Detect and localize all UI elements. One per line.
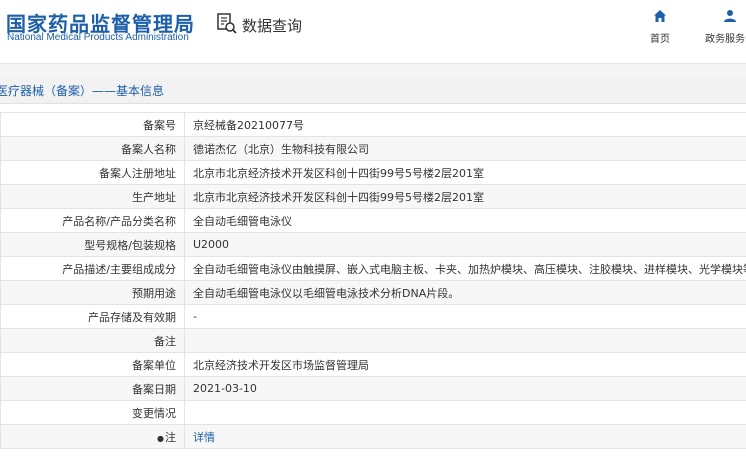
- site-logo-en[interactable]: National Medical Products Administration: [7, 32, 189, 43]
- site-header: 国家药品监督管理局 National Medical Products Admi…: [0, 0, 746, 64]
- field-label: 生产地址: [0, 184, 185, 209]
- device-info-table: 备案号 京经械备20210077号 备案人名称 德诺杰亿（北京）生物科技有限公司 备案人…: [0, 112, 746, 449]
- table-row: 备案日期 2021-03-10: [0, 376, 746, 401]
- field-label-text: 注: [165, 430, 176, 444]
- nav-home-label: 首页: [650, 34, 670, 45]
- field-value-text: U2000: [193, 238, 230, 251]
- field-value: 北京市北京经济技术开发区科创十四街99号5号楼2层201室: [184, 184, 746, 209]
- field-label-text: 备案人名称: [121, 142, 176, 156]
- table-row: 备注: [0, 328, 746, 353]
- field-value-text: 北京经济技术开发区市场监督管理局: [193, 358, 369, 372]
- table-row: 预期用途 全自动毛细管电泳仪以毛细管电泳技术分析DNA片段。: [0, 280, 746, 305]
- field-value: 全自动毛细管电泳仪以毛细管电泳技术分析DNA片段。: [184, 280, 746, 305]
- details-link[interactable]: 详情: [193, 431, 215, 444]
- home-icon: [654, 10, 666, 22]
- field-value-text: 2021-03-10: [193, 382, 257, 395]
- field-value: 京经械备20210077号: [184, 112, 746, 137]
- table-row: 产品名称/产品分类名称 全自动毛细管电泳仪: [0, 208, 746, 233]
- field-label: 备案人注册地址: [0, 160, 185, 185]
- field-value: 北京市北京经济技术开发区科创十四街99号5号楼2层201室: [184, 160, 746, 185]
- nav-government-services[interactable]: 政务服务门: [700, 8, 746, 45]
- field-label: 产品存储及有效期: [0, 304, 185, 329]
- bullet-icon: ●: [157, 433, 164, 443]
- table-row: 备案单位 北京经济技术开发区市场监督管理局: [0, 352, 746, 377]
- field-value: 全自动毛细管电泳仪: [184, 208, 746, 233]
- data-query-title: 数据查询: [216, 12, 302, 38]
- field-label-text: 生产地址: [132, 190, 176, 204]
- field-label: 预期用途: [0, 280, 185, 305]
- table-row: 备案人名称 德诺杰亿（北京）生物科技有限公司: [0, 136, 746, 161]
- field-value-text: -: [193, 310, 197, 323]
- field-value: [184, 328, 746, 353]
- field-label: 型号规格/包装规格: [0, 232, 185, 257]
- field-label: 备案号: [0, 112, 185, 137]
- field-label-text: 产品描述/主要组成成分: [62, 262, 176, 276]
- field-label: ●注: [0, 424, 185, 449]
- field-value: 全自动毛细管电泳仪由触摸屏、嵌入式电脑主板、卡夹、加热炉模块、高压模块、注胶模块…: [184, 256, 746, 281]
- field-label: 备案人名称: [0, 136, 185, 161]
- field-value-text: 全自动毛细管电泳仪由触摸屏、嵌入式电脑主板、卡夹、加热炉模块、高压模块、注胶模块…: [193, 262, 746, 276]
- section-title: 医疗器械（备案）——基本信息: [0, 84, 165, 98]
- field-label: 产品描述/主要组成成分: [0, 256, 185, 281]
- table-row: 备案人注册地址 北京市北京经济技术开发区科创十四街99号5号楼2层201室: [0, 160, 746, 185]
- section-title-bar: 医疗器械（备案）——基本信息: [0, 76, 746, 104]
- table-row: 型号规格/包装规格 U2000: [0, 232, 746, 257]
- data-query-icon: [216, 12, 238, 38]
- field-label-text: 产品名称/产品分类名称: [62, 214, 176, 228]
- field-label-text: 备案单位: [132, 358, 176, 372]
- table-row: 变更情况: [0, 400, 746, 425]
- field-value-text: 北京市北京经济技术开发区科创十四街99号5号楼2层201室: [193, 190, 484, 204]
- field-value-text: 全自动毛细管电泳仪: [193, 214, 292, 228]
- field-value-text: 全自动毛细管电泳仪以毛细管电泳技术分析DNA片段。: [193, 286, 460, 300]
- field-label: 备案日期: [0, 376, 185, 401]
- table-row: 产品存储及有效期 -: [0, 304, 746, 329]
- field-value: 德诺杰亿（北京）生物科技有限公司: [184, 136, 746, 161]
- table-row: 产品描述/主要组成成分 全自动毛细管电泳仪由触摸屏、嵌入式电脑主板、卡夹、加热炉模…: [0, 256, 746, 281]
- field-label: 备案单位: [0, 352, 185, 377]
- field-label-text: 备案号: [143, 118, 176, 132]
- field-label: 备注: [0, 328, 185, 353]
- field-value: 详情: [184, 424, 746, 449]
- field-value-text: 北京市北京经济技术开发区科创十四街99号5号楼2层201室: [193, 166, 484, 180]
- nav-government-services-label: 政务服务门: [705, 34, 746, 45]
- field-value-text: 德诺杰亿（北京）生物科技有限公司: [193, 142, 369, 156]
- user-icon: [724, 10, 736, 22]
- field-label-text: 备案日期: [132, 382, 176, 396]
- field-label: 产品名称/产品分类名称: [0, 208, 185, 233]
- field-label-text: 变更情况: [132, 406, 176, 420]
- field-value: -: [184, 304, 746, 329]
- nav-home[interactable]: 首页: [630, 8, 690, 45]
- field-label: 变更情况: [0, 400, 185, 425]
- field-label-text: 备案人注册地址: [99, 166, 176, 180]
- field-label-text: 预期用途: [132, 286, 176, 300]
- data-query-label: 数据查询: [242, 16, 303, 35]
- table-row: ●注 详情: [0, 424, 746, 449]
- field-value: 2021-03-10: [184, 376, 746, 401]
- field-value-text: 京经械备20210077号: [193, 118, 304, 132]
- field-value: 北京经济技术开发区市场监督管理局: [184, 352, 746, 377]
- table-row: 备案号 京经械备20210077号: [0, 112, 746, 137]
- table-row: 生产地址 北京市北京经济技术开发区科创十四街99号5号楼2层201室: [0, 184, 746, 209]
- field-label-text: 型号规格/包装规格: [84, 238, 176, 252]
- field-value: [184, 400, 746, 425]
- field-value: U2000: [184, 232, 746, 257]
- field-label-text: 产品存储及有效期: [88, 310, 176, 324]
- header-divider: [0, 64, 746, 76]
- field-label-text: 备注: [154, 334, 176, 348]
